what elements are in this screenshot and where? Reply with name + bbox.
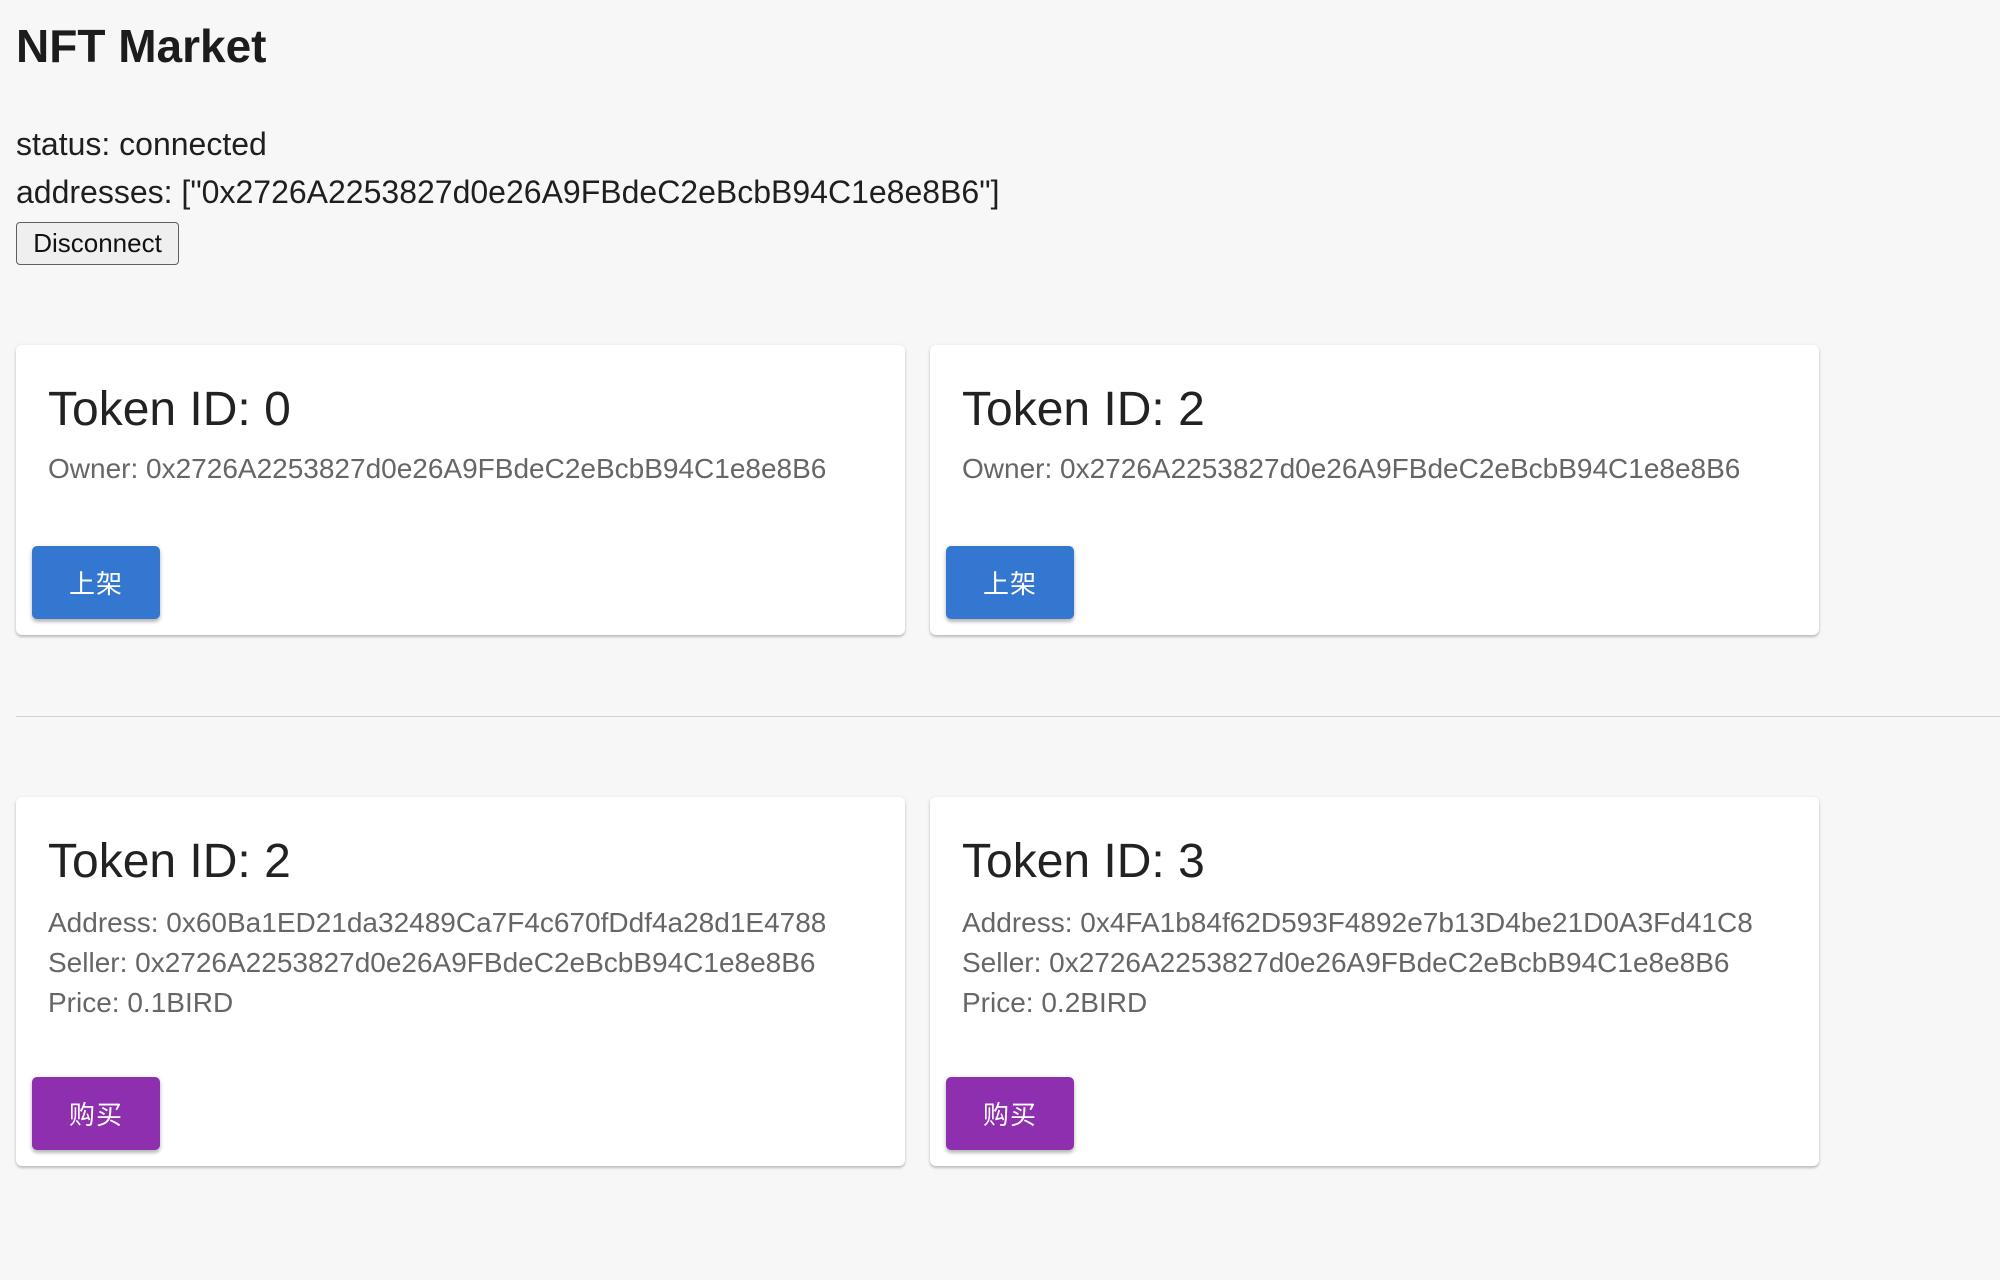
listing-seller: Seller: 0x2726A2253827d0e26A9FBdeC2eBcbB… [48,947,816,978]
token-owner: Owner: 0x2726A2253827d0e26A9FBdeC2eBcbB9… [962,453,1741,484]
buy-button[interactable]: 购买 [32,1077,160,1150]
listing-address: Address: 0x60Ba1ED21da32489Ca7F4c670fDdf… [48,907,827,938]
token-id-heading: Token ID: 2 [48,835,291,888]
list-for-sale-button[interactable]: 上架 [32,546,160,619]
connection-status: status: connected [16,126,267,162]
listing-card: Token ID: 3 Address: 0x4FA1b84f62D593F48… [930,797,1819,1166]
listing-price: Price: 0.2BIRD [962,987,1148,1018]
listing-price: Price: 0.1BIRD [48,987,234,1018]
connected-addresses: addresses: ["0x2726A2253827d0e26A9FBdeC2… [16,174,1000,210]
listing-address: Address: 0x4FA1b84f62D593F4892e7b13D4be2… [962,907,1753,938]
section-divider [16,716,2000,717]
owned-token-card: Token ID: 0 Owner: 0x2726A2253827d0e26A9… [16,345,905,635]
page-title: NFT Market [16,20,267,72]
nft-market-page: NFT Market status: connected addresses: … [0,0,2000,1280]
disconnect-button[interactable]: Disconnect [16,222,179,265]
list-for-sale-button[interactable]: 上架 [946,546,1074,619]
listing-seller: Seller: 0x2726A2253827d0e26A9FBdeC2eBcbB… [962,947,1730,978]
token-id-heading: Token ID: 3 [962,835,1205,888]
token-owner: Owner: 0x2726A2253827d0e26A9FBdeC2eBcbB9… [48,453,827,484]
token-id-heading: Token ID: 0 [48,383,291,436]
owned-token-card: Token ID: 2 Owner: 0x2726A2253827d0e26A9… [930,345,1819,635]
token-id-heading: Token ID: 2 [962,383,1205,436]
listing-card: Token ID: 2 Address: 0x60Ba1ED21da32489C… [16,797,905,1166]
buy-button[interactable]: 购买 [946,1077,1074,1150]
